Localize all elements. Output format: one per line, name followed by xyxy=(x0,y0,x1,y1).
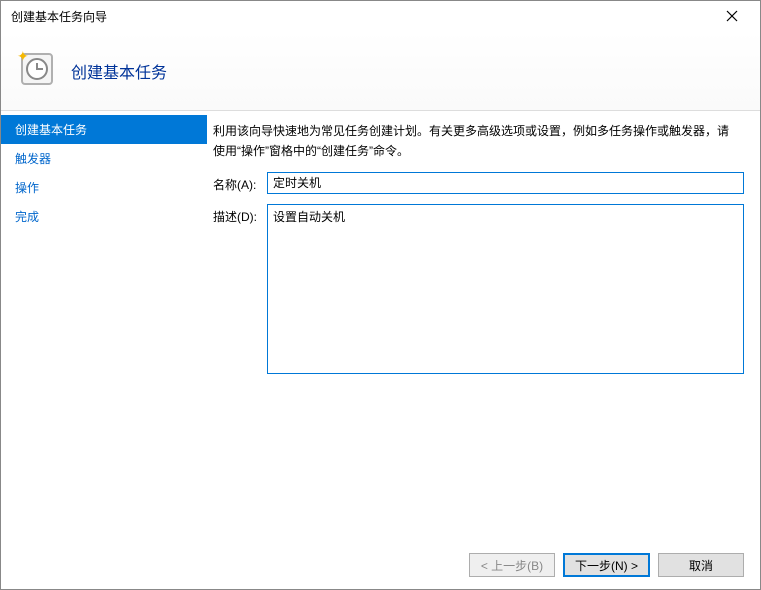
sidebar: 创建基本任务 触发器 操作 完成 xyxy=(1,111,207,541)
window-title: 创建基本任务向导 xyxy=(9,8,107,25)
titlebar: 创建基本任务向导 xyxy=(1,1,760,31)
name-label: 名称(A): xyxy=(209,172,267,193)
content-pane: 利用该向导快速地为常见任务创建计划。有关更多高级选项或设置，例如多任务操作或触发… xyxy=(207,111,760,541)
description-label: 描述(D): xyxy=(209,204,267,225)
header-title: 创建基本任务 xyxy=(71,59,167,83)
name-input[interactable] xyxy=(267,172,744,194)
wizard-header: ✦ 创建基本任务 xyxy=(1,31,760,111)
close-button[interactable] xyxy=(712,2,752,30)
sidebar-item-trigger[interactable]: 触发器 xyxy=(1,144,207,173)
sidebar-item-action[interactable]: 操作 xyxy=(1,173,207,202)
close-icon xyxy=(726,10,738,22)
wizard-window: 创建基本任务向导 ✦ 创建基本任务 创建基本任务 触发器 操作 完成 利用该向导… xyxy=(0,0,761,590)
clock-task-icon: ✦ xyxy=(21,53,57,89)
description-row: 描述(D): xyxy=(209,204,744,374)
back-button: < 上一步(B) xyxy=(469,553,555,577)
wizard-body: 创建基本任务 触发器 操作 完成 利用该向导快速地为常见任务创建计划。有关更多高… xyxy=(1,111,760,541)
next-button[interactable]: 下一步(N) > xyxy=(563,553,650,577)
wizard-footer: < 上一步(B) 下一步(N) > 取消 xyxy=(1,541,760,589)
name-row: 名称(A): xyxy=(209,172,744,194)
sidebar-item-finish[interactable]: 完成 xyxy=(1,202,207,231)
sidebar-item-create-basic-task[interactable]: 创建基本任务 xyxy=(1,115,207,144)
description-textarea[interactable] xyxy=(267,204,744,374)
help-text: 利用该向导快速地为常见任务创建计划。有关更多高级选项或设置，例如多任务操作或触发… xyxy=(209,119,744,172)
cancel-button[interactable]: 取消 xyxy=(658,553,744,577)
